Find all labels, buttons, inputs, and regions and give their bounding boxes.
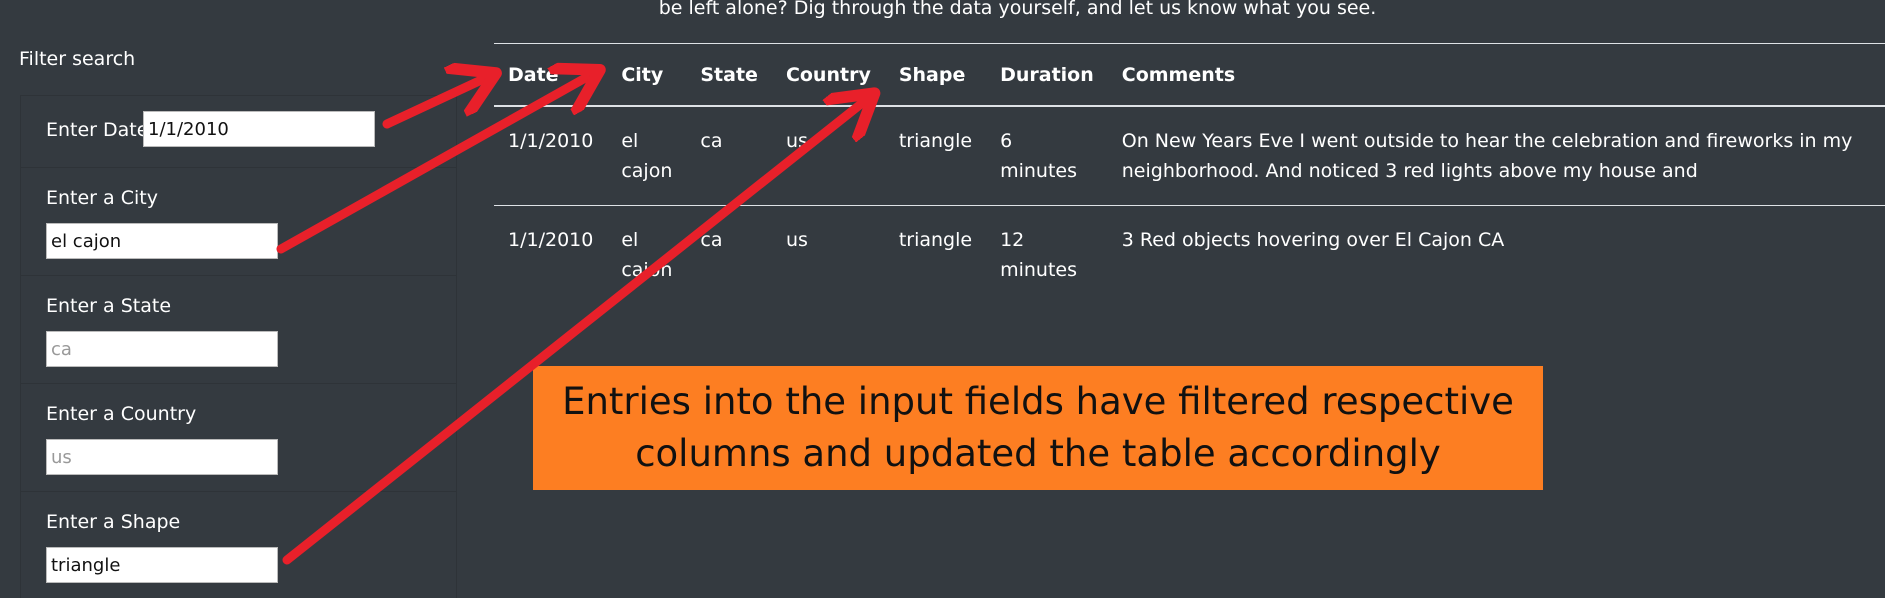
- header-comments: Comments: [1121, 64, 1236, 86]
- filter-item-city: Enter a City: [21, 168, 456, 276]
- country-input[interactable]: [46, 439, 278, 475]
- table-body: 1/1/2010 el cajon ca us triangle 6 minut…: [494, 106, 1885, 304]
- annotation-callout: Entries into the input fields have filte…: [533, 366, 1543, 490]
- cell-date: 1/1/2010: [508, 229, 594, 251]
- filter-item-date: Enter Date: [21, 96, 456, 168]
- filter-list: Enter Date Enter a City Enter a State En…: [20, 95, 457, 598]
- filter-title: Filter search: [19, 48, 136, 70]
- cell-shape: triangle: [898, 229, 973, 251]
- state-label: Enter a State: [46, 295, 172, 317]
- intro-text: be left alone? Dig through the data your…: [658, 0, 1377, 19]
- cell-city: el cajon: [621, 130, 673, 182]
- ufo-table-container: Date City State Country Shape Duration C…: [494, 43, 1885, 304]
- shape-input[interactable]: [46, 547, 278, 583]
- header-shape: Shape: [898, 64, 966, 86]
- header-duration: Duration: [1000, 64, 1094, 86]
- date-label: Enter Date: [46, 119, 149, 141]
- table-row: 1/1/2010 el cajon ca us triangle 12 minu…: [494, 206, 1885, 305]
- cell-country: us: [785, 229, 808, 251]
- cell-country: us: [785, 130, 808, 152]
- header-city: City: [621, 64, 664, 86]
- city-input[interactable]: [46, 223, 278, 259]
- header-row: Date City State Country Shape Duration C…: [494, 43, 1885, 106]
- header-state: State: [700, 64, 758, 86]
- cell-duration: 6 minutes: [1000, 130, 1078, 182]
- date-input[interactable]: [143, 111, 375, 147]
- table-row: 1/1/2010 el cajon ca us triangle 6 minut…: [494, 106, 1885, 206]
- cell-state: ca: [700, 130, 723, 152]
- filter-sidebar: Filter search Enter Date Enter a City En…: [0, 0, 460, 598]
- filter-item-country: Enter a Country: [21, 384, 456, 492]
- filter-item-state: Enter a State: [21, 276, 456, 384]
- filter-item-shape: Enter a Shape: [21, 492, 456, 598]
- cell-city: el cajon: [621, 229, 673, 281]
- cell-comments: 3 Red objects hovering over El Cajon CA: [1121, 229, 1505, 251]
- page: be left alone? Dig through the data your…: [0, 0, 1885, 598]
- country-label: Enter a Country: [46, 403, 197, 425]
- cell-comments: On New Years Eve I went outside to hear …: [1121, 130, 1853, 182]
- table-header: Date City State Country Shape Duration C…: [494, 43, 1885, 106]
- cell-shape: triangle: [898, 130, 973, 152]
- state-input[interactable]: [46, 331, 278, 367]
- cell-state: ca: [700, 229, 723, 251]
- shape-label: Enter a Shape: [46, 511, 181, 533]
- cell-duration: 12 minutes: [1000, 229, 1078, 281]
- ufo-table: Date City State Country Shape Duration C…: [494, 43, 1885, 304]
- header-date: Date: [508, 64, 559, 86]
- city-label: Enter a City: [46, 187, 158, 209]
- header-country: Country: [785, 64, 871, 86]
- cell-date: 1/1/2010: [508, 130, 594, 152]
- annotation-callout-text: Entries into the input fields have filte…: [562, 380, 1514, 475]
